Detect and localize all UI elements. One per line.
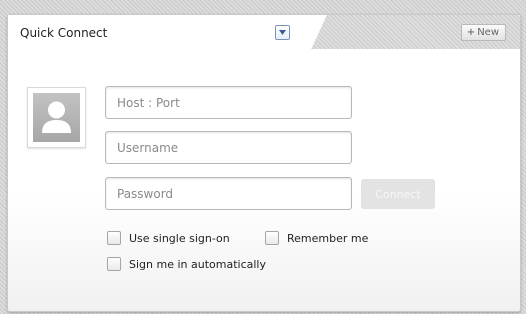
- single-sign-on-checkbox[interactable]: [107, 231, 121, 245]
- tab-strip: Quick Connect + New: [8, 15, 520, 51]
- auto-sign-in-checkbox[interactable]: [107, 257, 121, 271]
- single-sign-on-label: Use single sign-on: [129, 231, 230, 245]
- password-input[interactable]: [105, 177, 352, 210]
- username-input[interactable]: [105, 131, 352, 164]
- single-sign-on-option[interactable]: Use single sign-on: [107, 231, 230, 245]
- auto-sign-in-label: Sign me in automatically: [129, 257, 266, 271]
- user-silhouette-icon: [33, 93, 80, 142]
- connect-button[interactable]: Connect: [361, 179, 435, 209]
- quick-connect-panel: Quick Connect + New Connect Use single s…: [7, 14, 521, 312]
- chevron-down-icon: [279, 30, 286, 35]
- auto-sign-in-option[interactable]: Sign me in automatically: [107, 257, 266, 271]
- new-button-label: New: [477, 27, 499, 38]
- remember-me-label: Remember me: [287, 231, 369, 245]
- remember-me-checkbox[interactable]: [265, 231, 279, 245]
- remember-me-option[interactable]: Remember me: [265, 231, 368, 245]
- tab-title: Quick Connect: [20, 26, 108, 40]
- new-button[interactable]: + New: [460, 24, 506, 41]
- tab-dropdown-button[interactable]: [275, 25, 290, 40]
- plus-icon: +: [466, 27, 476, 38]
- tab-quick-connect[interactable]: Quick Connect: [8, 15, 330, 51]
- avatar: [27, 87, 86, 148]
- host-port-input[interactable]: [105, 86, 352, 119]
